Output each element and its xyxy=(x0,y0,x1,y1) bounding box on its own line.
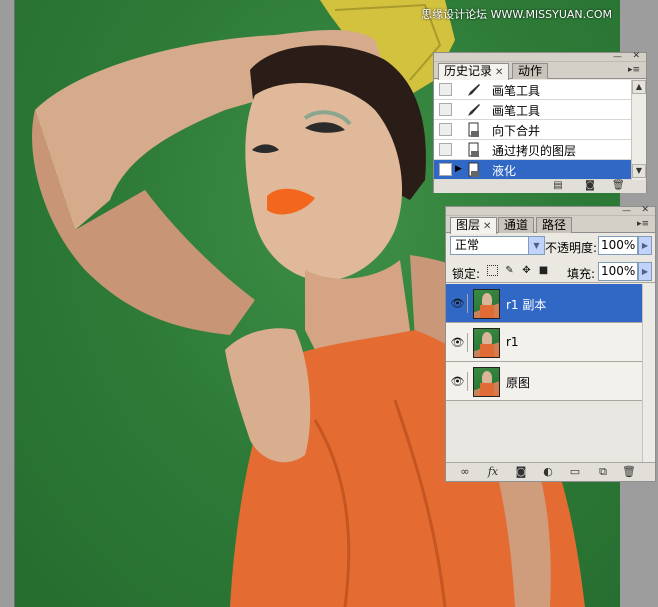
history-panel: — ✕ 历史记录 ✕ 动作 ▸≡ 画笔工具 画笔工具 向下合并 通过拷贝的图层 … xyxy=(433,52,647,193)
trash-icon[interactable]: 🗑 xyxy=(622,466,636,478)
lock-brush-icon[interactable]: ✎ xyxy=(504,265,515,276)
lock-move-icon[interactable]: ✥ xyxy=(521,265,532,276)
history-item[interactable]: 向下合并 xyxy=(434,120,631,140)
fill-slider-button[interactable]: ▶ xyxy=(638,262,652,281)
panel-grip[interactable]: — ✕ xyxy=(434,52,646,62)
tab-history-label: 历史记录 xyxy=(444,64,493,78)
layers-tab-bar: 图层 ✕ 通道 路径 ▸≡ xyxy=(446,216,655,234)
layer-row-selected[interactable]: 👁 r1 副本 xyxy=(446,284,642,323)
history-item-label: 画笔工具 xyxy=(492,104,541,118)
close-icon[interactable]: ✕ xyxy=(632,52,640,61)
tab-paths-label: 路径 xyxy=(542,218,567,232)
history-state-arrow-icon: ▶ xyxy=(455,164,462,174)
fill-value: 100% xyxy=(601,264,636,278)
adjustment-icon[interactable]: ◐ xyxy=(541,466,555,478)
opacity-slider-button[interactable]: ▶ xyxy=(638,236,652,255)
minimize-icon[interactable]: — xyxy=(622,207,631,216)
history-footer: ▤ ◙ 🗑 xyxy=(434,180,646,193)
layer-row[interactable]: 👁 r1 xyxy=(446,323,642,362)
layer-thumbnail xyxy=(473,367,500,397)
scroll-down-icon[interactable]: ▼ xyxy=(632,164,646,178)
tab-close-icon[interactable]: ✕ xyxy=(483,221,491,232)
history-list: 画笔工具 画笔工具 向下合并 通过拷贝的图层 ▶ 液化 xyxy=(434,80,631,180)
tab-paths[interactable]: 路径 xyxy=(536,217,573,233)
lock-label: 锁定: xyxy=(452,267,481,281)
tab-channels-label: 通道 xyxy=(504,218,529,232)
canvas-gutter xyxy=(0,0,15,607)
layer-name: 原图 xyxy=(506,376,531,390)
layer-row[interactable]: 👁 原图 xyxy=(446,362,642,401)
layers-footer: ∞ fx ◙ ◐ ▭ ⧉ 🗑 xyxy=(446,462,655,481)
panel-menu-icon[interactable]: ▸≡ xyxy=(635,218,651,230)
blend-options-row: 正常 ▼ 不透明度: 100% ▶ xyxy=(446,234,655,258)
opacity-value: 100% xyxy=(601,238,636,252)
panel-grip[interactable]: — ✕ xyxy=(446,206,655,216)
folder-icon[interactable]: ▭ xyxy=(568,466,582,478)
history-tab-bar: 历史记录 ✕ 动作 ▸≡ xyxy=(434,62,646,80)
blend-mode-value: 正常 xyxy=(455,238,480,252)
brush-icon xyxy=(468,104,480,116)
panel-menu-icon[interactable]: ▸≡ xyxy=(626,64,642,76)
history-item[interactable]: 通过拷贝的图层 xyxy=(434,140,631,160)
document-icon xyxy=(468,162,479,177)
history-item-label: 向下合并 xyxy=(492,124,541,138)
opacity-label: 不透明度: xyxy=(545,241,598,255)
minimize-icon[interactable]: — xyxy=(613,53,622,62)
eye-icon[interactable]: 👁 xyxy=(448,333,468,352)
tab-channels[interactable]: 通道 xyxy=(498,217,535,233)
mask-icon[interactable]: ◙ xyxy=(514,466,528,478)
tab-history[interactable]: 历史记录 ✕ xyxy=(438,63,510,80)
chevron-down-icon[interactable]: ▼ xyxy=(528,237,544,254)
tab-layers[interactable]: 图层 ✕ xyxy=(450,217,498,234)
tab-close-icon[interactable]: ✕ xyxy=(495,67,503,78)
brush-icon xyxy=(468,84,480,96)
history-item-selected[interactable]: ▶ 液化 xyxy=(434,160,631,180)
new-snapshot-icon[interactable]: ◙ xyxy=(584,181,596,191)
scroll-up-icon[interactable]: ▲ xyxy=(632,80,646,94)
fill-input[interactable]: 100% xyxy=(598,262,638,281)
blend-mode-select[interactable]: 正常 ▼ xyxy=(450,236,545,255)
tab-actions[interactable]: 动作 xyxy=(512,63,549,79)
eye-icon[interactable]: 👁 xyxy=(448,372,468,391)
history-source-checkbox[interactable] xyxy=(439,83,452,96)
history-source-checkbox[interactable] xyxy=(439,163,452,176)
history-source-checkbox[interactable] xyxy=(439,103,452,116)
fx-icon[interactable]: fx xyxy=(486,466,500,478)
layers-panel: — ✕ 图层 ✕ 通道 路径 ▸≡ 正常 ▼ 不透明度: 100% ▶ 锁定: ✎… xyxy=(445,206,656,482)
layer-name: r1 副本 xyxy=(506,298,547,312)
new-document-from-state-icon[interactable]: ▤ xyxy=(552,181,564,191)
lock-transparency-icon[interactable] xyxy=(487,265,498,276)
history-source-checkbox[interactable] xyxy=(439,143,452,156)
new-layer-icon[interactable]: ⧉ xyxy=(596,466,610,478)
history-scrollbar[interactable]: ▲ ▼ xyxy=(631,80,646,180)
history-item-label: 画笔工具 xyxy=(492,84,541,98)
lock-all-icon[interactable]: ■ xyxy=(538,265,549,276)
history-item-label: 通过拷贝的图层 xyxy=(492,144,577,158)
opacity-input[interactable]: 100% xyxy=(598,236,638,255)
layers-scrollbar[interactable] xyxy=(642,284,655,462)
fill-label: 填充: xyxy=(567,267,596,281)
document-icon xyxy=(468,142,479,157)
history-source-checkbox[interactable] xyxy=(439,123,452,136)
link-icon[interactable]: ∞ xyxy=(458,466,472,478)
document-icon xyxy=(468,122,479,137)
history-item-label: 液化 xyxy=(492,164,517,178)
eye-icon[interactable]: 👁 xyxy=(448,294,468,313)
history-item[interactable]: 画笔工具 xyxy=(434,80,631,100)
tab-actions-label: 动作 xyxy=(518,64,543,78)
layer-list: 👁 r1 副本 👁 r1 👁 原图 xyxy=(446,284,642,462)
layer-name: r1 xyxy=(506,335,519,349)
trash-icon[interactable]: 🗑 xyxy=(612,181,625,191)
layer-thumbnail xyxy=(473,328,500,358)
watermark-text: 思缘设计论坛 WWW.MISSYUAN.COM xyxy=(421,8,612,21)
close-icon[interactable]: ✕ xyxy=(641,206,649,215)
layer-thumbnail xyxy=(473,289,500,319)
lock-options-row: 锁定: ✎ ✥ ■ 填充: 100% ▶ xyxy=(446,261,655,283)
history-item[interactable]: 画笔工具 xyxy=(434,100,631,120)
tab-layers-label: 图层 xyxy=(456,218,481,232)
